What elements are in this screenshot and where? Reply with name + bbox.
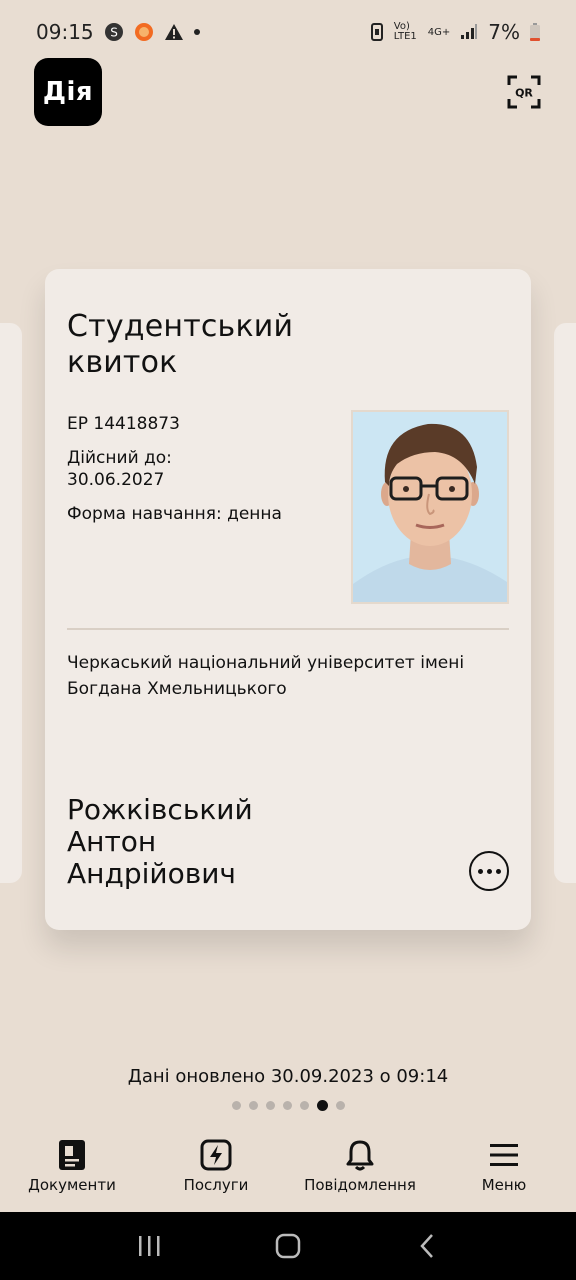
pager-dot[interactable]: [248, 1101, 258, 1110]
student-middle-name: Андрійович: [67, 857, 236, 890]
study-form: Форма навчання: денна: [67, 504, 282, 524]
lightning-icon: [199, 1138, 233, 1172]
vibrate-icon: [370, 23, 384, 41]
network-label: Vo) LTE1: [393, 21, 417, 42]
document-number: ЕР 14418873: [67, 414, 180, 434]
warning-icon: [164, 23, 184, 41]
status-time: 09:15: [36, 20, 94, 44]
card-divider: [67, 628, 509, 630]
more-options-button[interactable]: [469, 851, 509, 891]
back-button[interactable]: [407, 1226, 447, 1266]
student-name: Рожківський Антон Андрійович: [67, 794, 367, 890]
recents-icon: [139, 1236, 160, 1256]
valid-until: Дійсний до: 30.06.2027: [67, 447, 337, 491]
previous-document-card[interactable]: [0, 323, 22, 883]
tab-label: Документи: [28, 1176, 116, 1194]
student-last-name: Рожківський: [67, 793, 253, 826]
network-type: 4G+: [427, 26, 451, 38]
back-icon: [419, 1234, 433, 1258]
tab-menu[interactable]: Меню: [432, 1132, 576, 1212]
home-icon: [275, 1233, 301, 1259]
battery-percent: 7%: [488, 20, 520, 44]
signal-icon: [460, 24, 478, 40]
university-name: Черкаський національний університет імен…: [67, 653, 465, 699]
orange-app-icon: [134, 22, 154, 42]
next-document-card[interactable]: [554, 323, 576, 883]
tab-label: Меню: [481, 1176, 527, 1194]
qr-icon: QR: [507, 75, 541, 109]
valid-until-date: 30.06.2027: [67, 470, 165, 490]
tab-services[interactable]: Послуги: [144, 1132, 288, 1212]
student-id-card[interactable]: Студентський квиток ЕР 14418873 Дійсний …: [45, 269, 531, 930]
document-pager[interactable]: [0, 1100, 576, 1111]
system-nav-bar: [0, 1212, 576, 1280]
document-icon: [55, 1138, 89, 1172]
pager-dot[interactable]: [265, 1101, 275, 1110]
more-dot: [495, 868, 501, 874]
battery-icon: [530, 23, 540, 41]
tab-documents[interactable]: Документи: [0, 1132, 144, 1212]
bottom-tab-bar: Документи Послуги Повідомлення Меню: [0, 1132, 576, 1212]
app-header: Дія QR: [34, 58, 542, 126]
svg-text:QR: QR: [515, 87, 533, 100]
menu-icon: [487, 1138, 521, 1172]
bell-icon: [343, 1138, 377, 1172]
more-dot: [486, 868, 492, 874]
tab-label: Послуги: [183, 1176, 249, 1194]
student-photo: [351, 410, 509, 604]
last-updated-text: Дані оновлено 30.09.2023 о 09:14: [127, 1066, 449, 1087]
more-dot: [477, 868, 483, 874]
tab-label: Повідомлення: [304, 1176, 416, 1194]
recent-apps-button[interactable]: [129, 1226, 169, 1266]
pager-dot[interactable]: [335, 1101, 345, 1110]
home-button[interactable]: [268, 1226, 308, 1266]
valid-until-label: Дійсний до:: [67, 448, 172, 468]
pager-dot[interactable]: [282, 1101, 292, 1110]
svg-text:S: S: [110, 26, 118, 40]
status-bar: 09:15 S Vo) LTE1 4G+ 7%: [0, 0, 576, 64]
diia-logo[interactable]: Дія: [34, 58, 102, 126]
qr-scan-button[interactable]: QR: [502, 70, 546, 114]
student-first-name: Антон: [67, 825, 157, 858]
s-app-icon: S: [104, 22, 124, 42]
pager-dot[interactable]: [299, 1101, 309, 1110]
pager-dot-active[interactable]: [316, 1100, 328, 1111]
notification-dot: [193, 29, 200, 35]
tab-notifications[interactable]: Повідомлення: [288, 1132, 432, 1212]
pager-dot[interactable]: [231, 1101, 241, 1110]
card-title: Студентський квиток: [67, 309, 294, 380]
card-info: ЕР 14418873 Дійсний до: 30.06.2027 Форма…: [67, 413, 337, 537]
